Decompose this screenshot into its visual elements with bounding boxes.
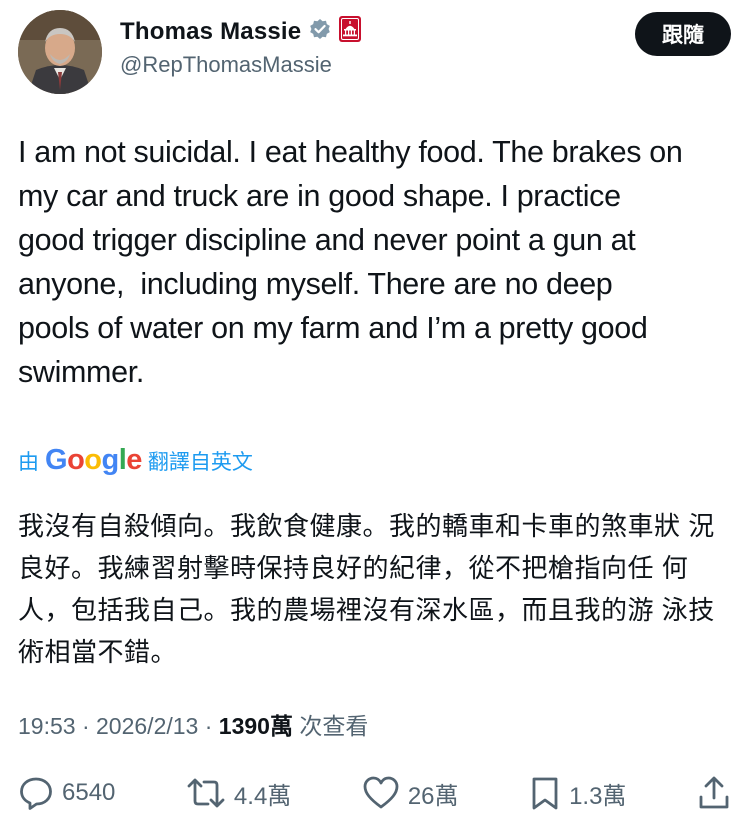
views-label: 次查看 [292,713,369,739]
repost-count: 4.4萬 [233,782,292,810]
name-row: Thomas Massie [120,16,362,47]
translation-attribution[interactable]: 由 Google 翻譯自英文 [18,444,253,477]
tweet-meta: 19:53 · 2026/2/13 · 1390萬 次查看 [18,707,368,741]
action-bar: 6540 4.4萬 26萬 1.3萬 [18,770,731,816]
tweet-text: I am not suicidal. I eat healthy food. T… [18,135,683,389]
repost-button[interactable]: 4.4萬 [186,775,291,811]
like-count: 26萬 [407,782,459,810]
tweet-date[interactable]: 2026/2/13 [96,713,198,740]
share-icon [697,775,731,811]
like-button[interactable]: 26萬 [362,775,459,811]
meta-separator: · [198,713,219,739]
views-count: 1390萬 [218,713,293,739]
verified-badge-icon [309,18,331,45]
heart-icon [362,775,400,811]
bookmark-button[interactable]: 1.3萬 [529,775,626,811]
translation-by-label: 由 [18,450,39,474]
bookmark-icon [529,775,561,811]
reply-button[interactable]: 6540 [18,775,115,811]
user-handle[interactable]: @RepThomasMassie [120,52,332,78]
tweet-time[interactable]: 19:53 [18,713,76,740]
follow-button[interactable]: 跟隨 [635,12,731,56]
tweet-header: Thomas Massie @RepThomasMassie 跟隨 [18,10,731,94]
avatar[interactable] [18,10,102,94]
translated-text: 我沒有自殺傾向。我飲食健康。我的轎車和卡車的煞車狀 況良好。我練習射擊時保持良好… [18,511,715,667]
google-logo: Google [45,444,142,476]
capitol-icon [339,16,362,47]
display-name[interactable]: Thomas Massie [120,18,301,46]
translation-source-label: 翻譯自英文 [147,450,253,474]
repost-icon [186,775,226,811]
reply-icon [18,775,54,811]
meta-separator: · [75,713,97,739]
bookmark-count: 1.3萬 [569,782,627,810]
reply-count: 6540 [62,779,116,806]
share-button[interactable] [697,775,731,811]
